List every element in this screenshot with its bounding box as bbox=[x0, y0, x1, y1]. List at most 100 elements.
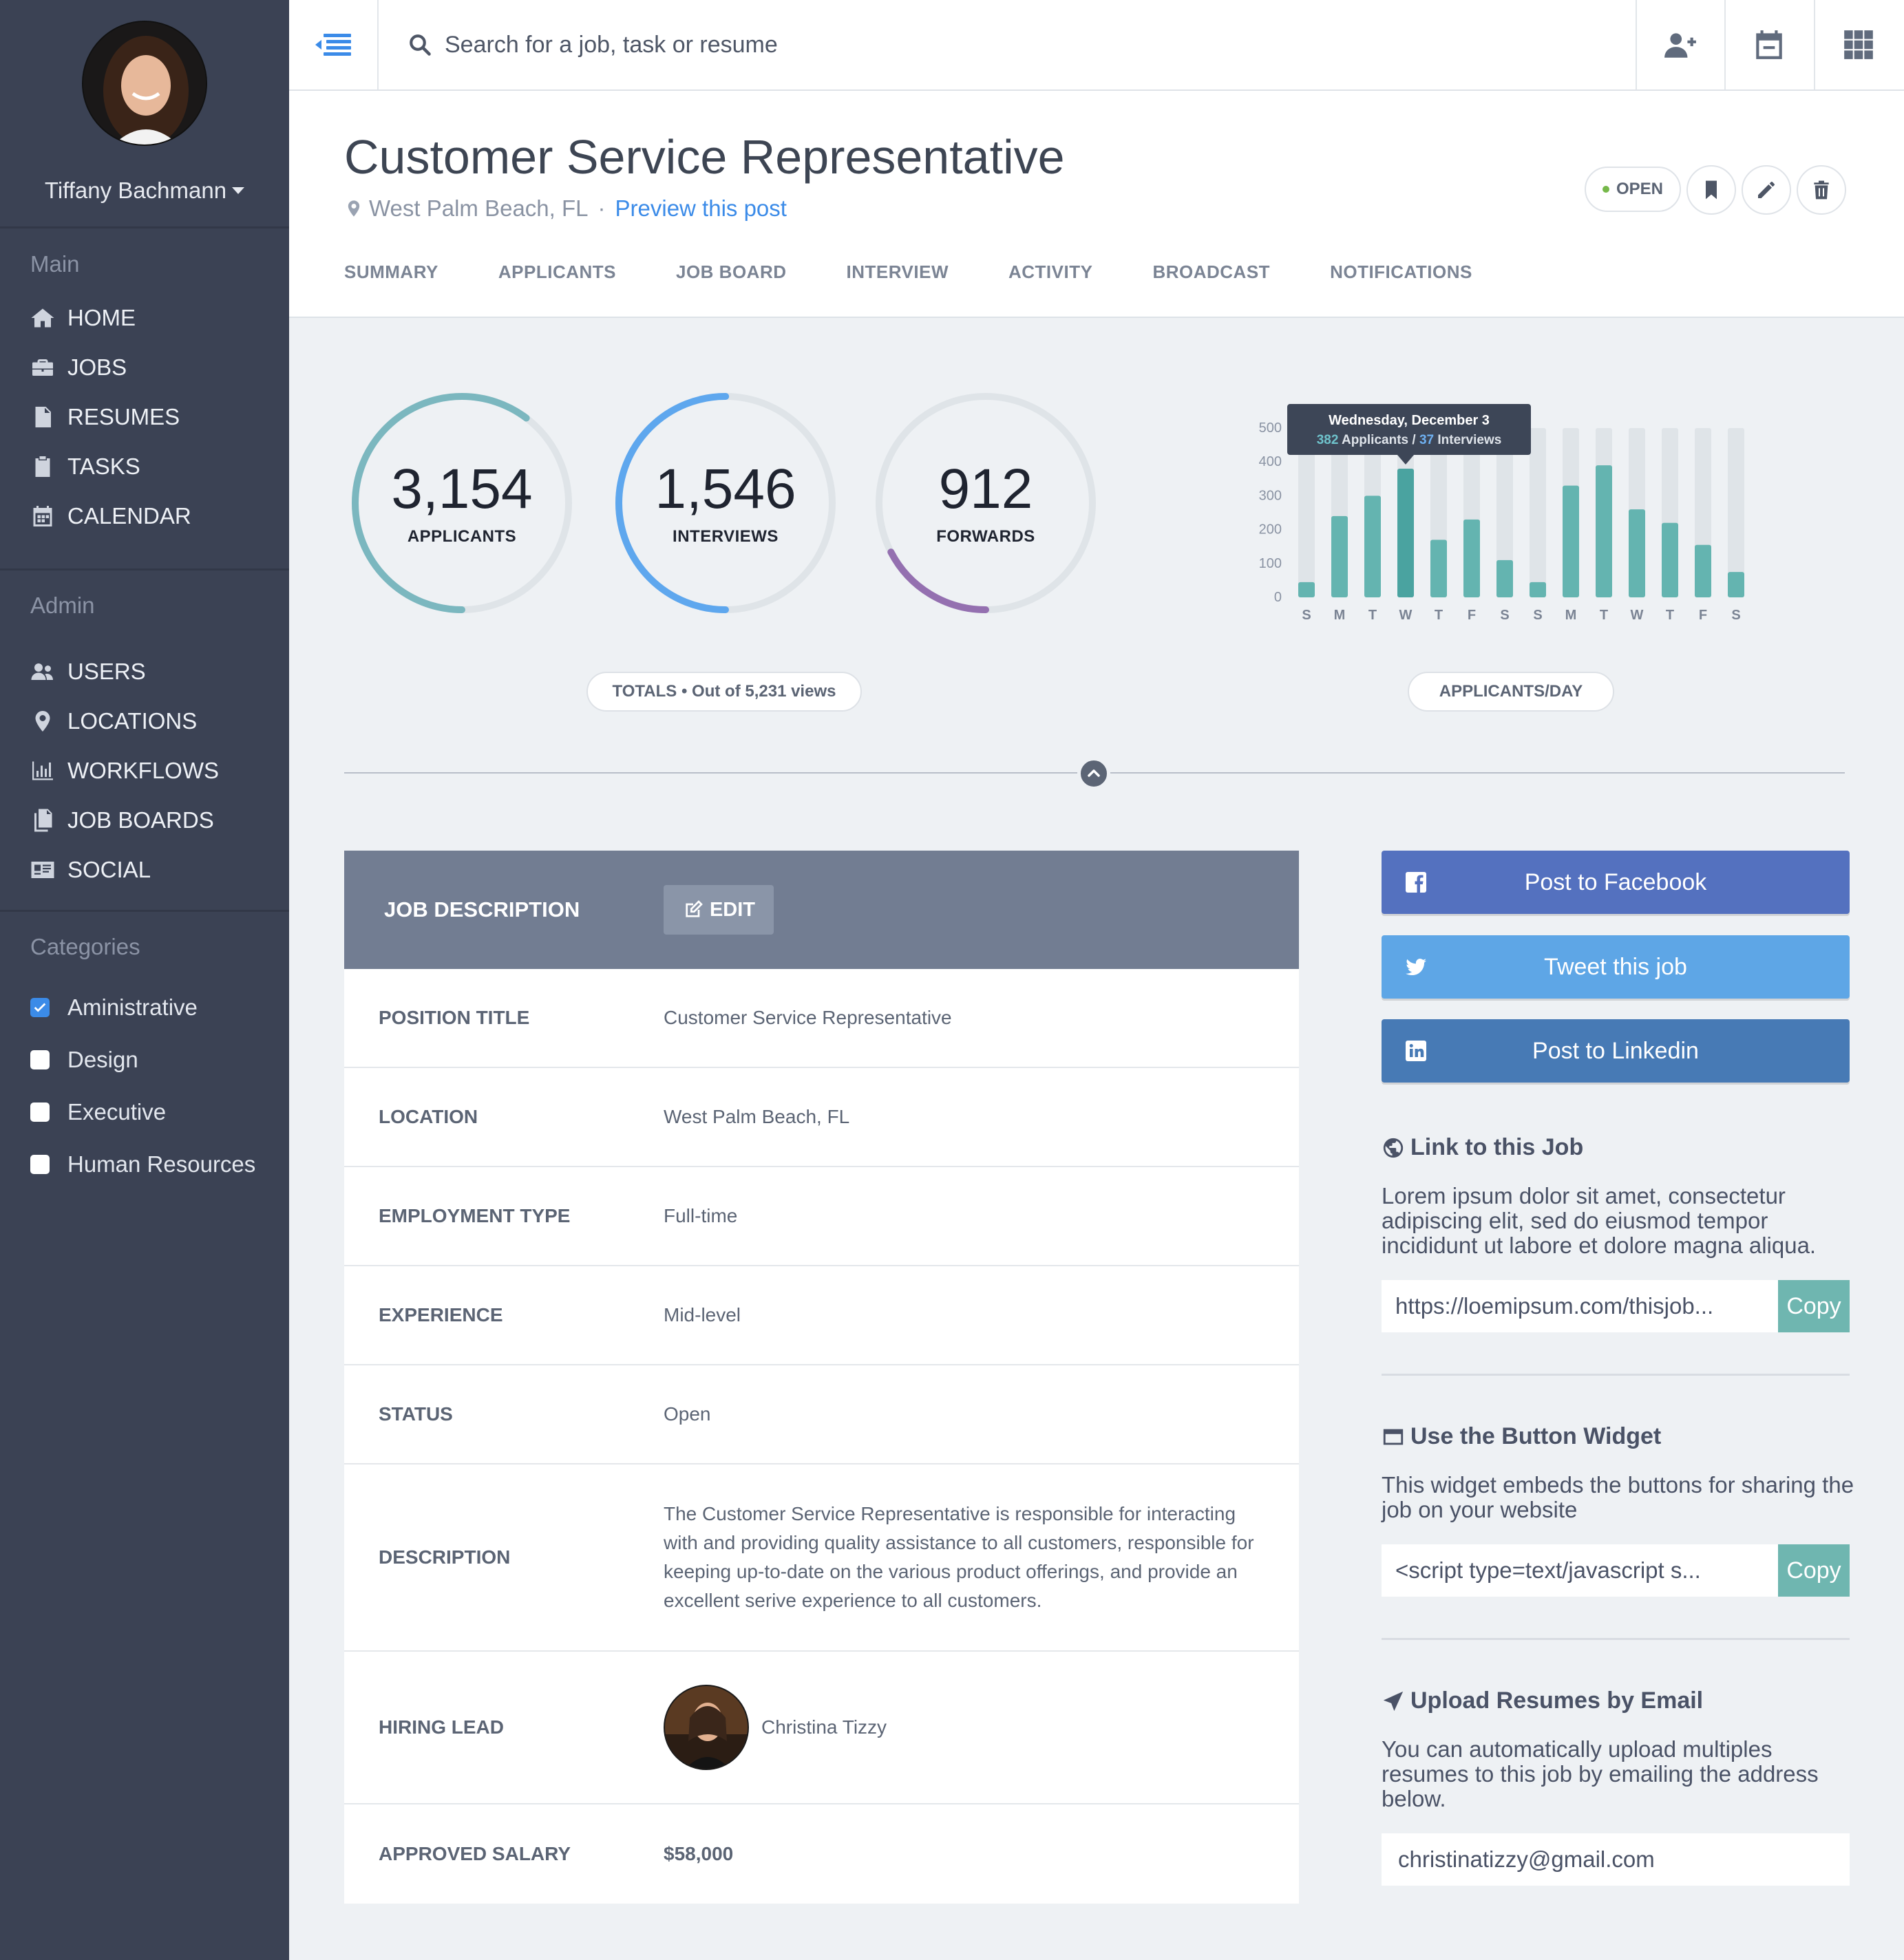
sidebar-item-job-boards[interactable]: JOB BOARDS bbox=[0, 796, 289, 845]
sidebar-toggle-button[interactable] bbox=[289, 0, 379, 89]
edit-icon bbox=[686, 900, 703, 917]
x-tick-label: W bbox=[1631, 608, 1644, 623]
bookmark-icon bbox=[1706, 180, 1717, 200]
search-input[interactable] bbox=[445, 31, 1064, 58]
forwards-label: FORWARDS bbox=[936, 527, 1035, 546]
row-label: HIRING LEAD bbox=[379, 1716, 504, 1738]
tab-job-board[interactable]: JOB BOARD bbox=[676, 262, 787, 283]
checkbox[interactable] bbox=[30, 1050, 50, 1069]
y-tick-label: 100 bbox=[1259, 556, 1282, 571]
chevron-down-icon bbox=[232, 187, 245, 195]
sidebar-divider bbox=[0, 910, 289, 912]
calendar-button[interactable] bbox=[1724, 0, 1812, 89]
tab-broadcast[interactable]: BROADCAST bbox=[1152, 262, 1270, 283]
copy-widget-button[interactable]: Copy bbox=[1778, 1544, 1850, 1597]
tab-interview[interactable]: INTERVIEW bbox=[847, 262, 949, 283]
table-row: APPROVED SALARY $58,000 bbox=[344, 1804, 1299, 1904]
section-divider bbox=[1382, 1638, 1850, 1640]
sidebar-item-users[interactable]: USERS bbox=[0, 647, 289, 696]
tab-applicants[interactable]: APPLICANTS bbox=[498, 262, 616, 283]
category-item-human-resources[interactable]: Human Resources bbox=[0, 1138, 289, 1191]
totals-suffix: Out of 5,231 views bbox=[692, 682, 836, 701]
sidebar-item-locations[interactable]: LOCATIONS bbox=[0, 696, 289, 746]
sidebar-item-label: JOBS bbox=[67, 354, 127, 380]
tweet-job-button[interactable]: Tweet this job bbox=[1382, 935, 1850, 999]
checkbox[interactable] bbox=[30, 1102, 50, 1122]
category-item-administrative[interactable]: Aministrative bbox=[0, 981, 289, 1034]
tooltip-title: Wednesday, December 3 bbox=[1329, 413, 1490, 428]
admin-nav: Admin USERS LOCATIONS WORKFLOWS JOB BOAR… bbox=[0, 585, 289, 895]
x-tick-label: M bbox=[1565, 608, 1577, 623]
tab-activity[interactable]: ACTIVITY bbox=[1008, 262, 1092, 283]
totals-prefix: TOTALS bbox=[612, 682, 677, 701]
checkbox[interactable] bbox=[30, 1155, 50, 1174]
x-tick-label: T bbox=[1435, 608, 1443, 623]
edit-button[interactable] bbox=[1742, 165, 1791, 215]
status-badge-label: OPEN bbox=[1616, 180, 1663, 198]
section-divider bbox=[1382, 1374, 1850, 1376]
sidebar-item-social[interactable]: SOCIAL bbox=[0, 845, 289, 895]
twitter-label: Tweet this job bbox=[1544, 953, 1687, 980]
add-user-button[interactable] bbox=[1636, 0, 1724, 89]
menu-collapse-icon bbox=[315, 34, 351, 56]
sidebar-item-tasks[interactable]: TASKS bbox=[0, 442, 289, 491]
category-item-design[interactable]: Design bbox=[0, 1034, 289, 1086]
sidebar-item-label: LOCATIONS bbox=[67, 708, 198, 734]
y-tick-label: 200 bbox=[1259, 522, 1282, 537]
map-pin-icon bbox=[35, 711, 50, 732]
window-icon bbox=[1383, 1429, 1404, 1445]
apps-grid-button[interactable] bbox=[1814, 0, 1902, 89]
y-tick-label: 300 bbox=[1259, 488, 1282, 503]
copy-link-button[interactable]: Copy bbox=[1778, 1280, 1850, 1332]
checkbox-checked[interactable] bbox=[30, 998, 50, 1017]
x-tick-label: F bbox=[1699, 608, 1707, 623]
edit-description-button[interactable]: EDIT bbox=[664, 885, 774, 935]
bookmark-button[interactable] bbox=[1686, 165, 1736, 215]
clipboard-icon bbox=[35, 456, 50, 477]
sidebar-item-resumes[interactable]: RESUMES bbox=[0, 392, 289, 442]
row-label: LOCATION bbox=[379, 1106, 478, 1127]
category-item-executive[interactable]: Executive bbox=[0, 1086, 289, 1138]
chart-pill-label: APPLICANTS/DAY bbox=[1439, 682, 1583, 701]
status-dot bbox=[1602, 186, 1609, 193]
linkedin-label: Post to Linkedin bbox=[1532, 1037, 1699, 1064]
upload-email-field[interactable] bbox=[1382, 1833, 1850, 1886]
profile-section: Tiffany Bachmann bbox=[0, 0, 289, 228]
add-user-icon bbox=[1664, 33, 1696, 58]
link-section-text: Lorem ipsum dolor sit amet, consectetur … bbox=[1382, 1183, 1817, 1258]
interviews-ring: 1,546 INTERVIEWS bbox=[612, 390, 839, 617]
sidebar-item-jobs[interactable]: JOBS bbox=[0, 343, 289, 392]
job-tabs: SUMMARY APPLICANTS JOB BOARD INTERVIEW A… bbox=[344, 262, 1532, 283]
preview-post-link[interactable]: Preview this post bbox=[615, 195, 787, 222]
bar bbox=[1629, 509, 1645, 597]
widget-code-field[interactable] bbox=[1382, 1544, 1778, 1597]
map-pin-icon bbox=[348, 200, 360, 217]
job-description-card: JOB DESCRIPTION EDIT POSITION TITLE Cust… bbox=[344, 851, 1299, 1904]
tab-notifications[interactable]: NOTIFICATIONS bbox=[1330, 262, 1472, 283]
tab-summary[interactable]: SUMMARY bbox=[344, 262, 438, 283]
bar bbox=[1695, 544, 1711, 597]
row-value: Full-time bbox=[664, 1205, 738, 1226]
row-value: West Palm Beach, FL bbox=[664, 1106, 850, 1127]
post-to-facebook-button[interactable]: Post to Facebook bbox=[1382, 851, 1850, 914]
pencil-icon bbox=[1758, 182, 1775, 198]
post-to-linkedin-button[interactable]: Post to Linkedin bbox=[1382, 1019, 1850, 1083]
delete-button[interactable] bbox=[1797, 165, 1846, 215]
sidebar-item-label: JOB BOARDS bbox=[67, 807, 214, 833]
applicants-per-day-chart: 0 100 200 300 400 500 S M T W T F S S M T W T F S Wednesday,… bbox=[1259, 404, 1744, 623]
nav-heading-categories: Categories bbox=[30, 934, 140, 959]
category-label: Human Resources bbox=[67, 1151, 256, 1177]
main-nav: Main HOME JOBS RESUMES TASKS CALENDAR bbox=[0, 244, 289, 541]
row-value: $58,000 bbox=[664, 1843, 734, 1864]
avatar[interactable] bbox=[664, 1685, 749, 1770]
sidebar-item-calendar[interactable]: CALENDAR bbox=[0, 491, 289, 541]
collapse-stats-button[interactable] bbox=[1077, 757, 1110, 790]
hiring-lead: Christina Tizzy bbox=[664, 1685, 887, 1770]
profile-name[interactable]: Tiffany Bachmann bbox=[0, 178, 289, 204]
bar-track bbox=[1530, 428, 1546, 597]
widget-section-text: This widget embeds the buttons for shari… bbox=[1382, 1472, 1854, 1522]
avatar[interactable] bbox=[82, 21, 207, 146]
sidebar-item-workflows[interactable]: WORKFLOWS bbox=[0, 746, 289, 796]
sidebar-item-home[interactable]: HOME bbox=[0, 293, 289, 343]
job-link-field[interactable] bbox=[1382, 1280, 1778, 1332]
